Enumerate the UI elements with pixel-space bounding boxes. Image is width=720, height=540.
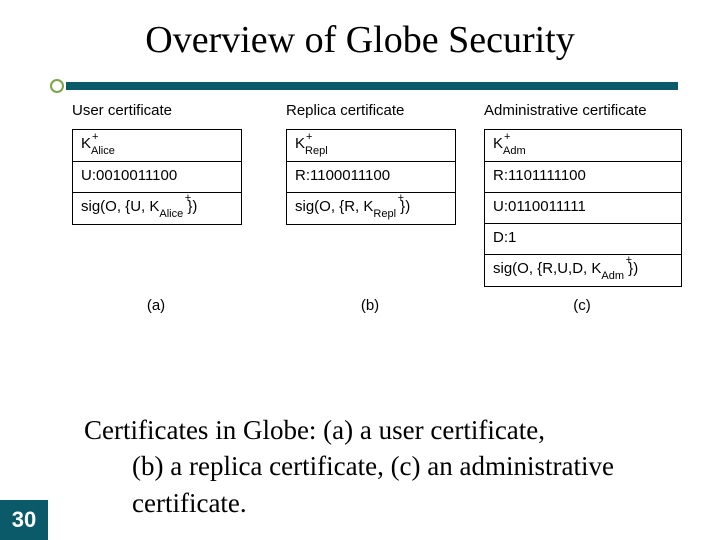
key-row: K+Repl <box>287 130 455 162</box>
bullet-icon <box>50 79 64 93</box>
admin-certificate-column: Administrative certificate K+Adm R:11011… <box>484 102 680 314</box>
column-label: (b) <box>286 297 454 314</box>
key-row: K+Adm <box>485 130 681 162</box>
column-label: (c) <box>484 297 680 314</box>
signature-row: sig(O, {U, K+Alice }) <box>73 193 241 224</box>
r-bitmap-row: R:1101111100 <box>485 162 681 193</box>
slide: Overview of Globe Security User certific… <box>0 0 720 540</box>
d-row: D:1 <box>485 224 681 255</box>
bitmap-row: U:0010011100 <box>73 162 241 193</box>
slide-title: Overview of Globe Security <box>0 18 720 62</box>
signature-row: sig(O, {R, K+Repl }) <box>287 193 455 224</box>
user-certificate-column: User certificate K+Alice U:0010011100 si… <box>72 102 240 314</box>
certificate-table: K+Repl R:1100011100 sig(O, {R, K+Repl }) <box>286 129 456 225</box>
rule-line <box>66 82 678 90</box>
caption-line: Certificates in Globe: (a) a user certif… <box>84 415 545 445</box>
certificate-table: K+Alice U:0010011100 sig(O, {U, K+Alice … <box>72 129 242 225</box>
signature-row: sig(O, {R,U,D, K+Adm }) <box>485 255 681 286</box>
column-header: Administrative certificate <box>484 102 680 119</box>
bitmap-row: R:1100011100 <box>287 162 455 193</box>
caption-line: certificate. <box>84 485 684 521</box>
column-header: User certificate <box>72 102 240 119</box>
certificates-figure: User certificate K+Alice U:0010011100 si… <box>66 102 678 392</box>
replica-certificate-column: Replica certificate K+Repl R:1100011100 … <box>286 102 454 314</box>
column-label: (a) <box>72 297 240 314</box>
caption-line: (b) a replica certificate, (c) an admini… <box>84 448 684 484</box>
certificate-table: K+Adm R:1101111100 U:0110011111 D:1 sig(… <box>484 129 682 287</box>
key-row: K+Alice <box>73 130 241 162</box>
column-header: Replica certificate <box>286 102 454 119</box>
u-bitmap-row: U:0110011111 <box>485 193 681 224</box>
title-rule <box>58 82 678 92</box>
page-number: 30 <box>0 500 48 540</box>
figure-caption: Certificates in Globe: (a) a user certif… <box>84 412 684 521</box>
